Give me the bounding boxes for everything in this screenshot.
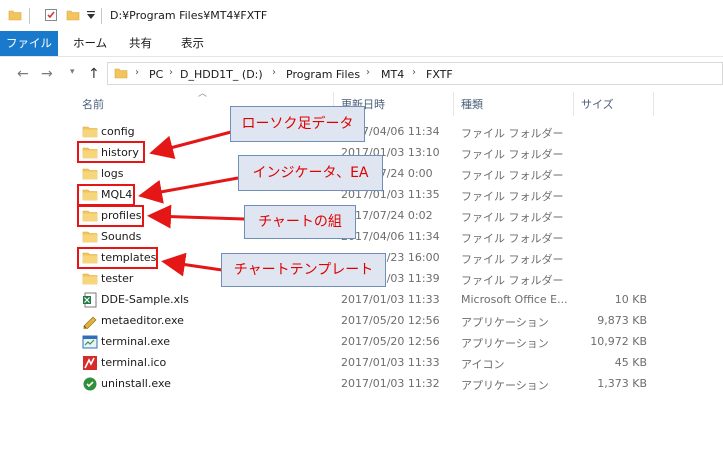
annotation-arrows: [138, 130, 245, 277]
callout-candle-data: ローソク足データ: [230, 106, 365, 142]
callout-chart-template: チャートテンプレート: [221, 253, 386, 287]
callout-chart-group: チャートの組: [244, 205, 356, 239]
callout-indicator-ea: インジケータ、EA: [238, 155, 383, 191]
